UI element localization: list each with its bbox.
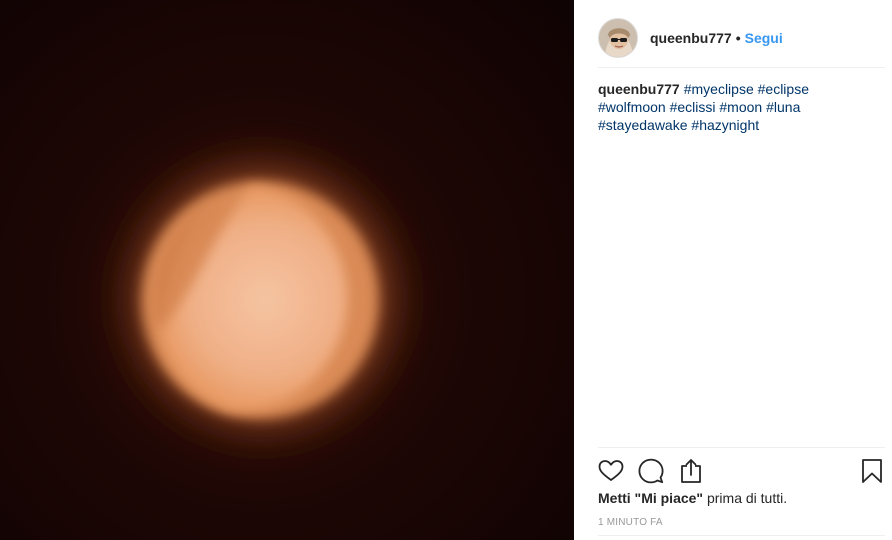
separator-dot: • <box>735 29 741 46</box>
share-button[interactable] <box>678 458 704 484</box>
bookmark-icon <box>862 459 882 483</box>
eclipsed-moon-image <box>0 0 574 540</box>
profile-photo-icon <box>599 18 637 57</box>
hashtag-link[interactable]: #myeclipse <box>684 81 754 97</box>
post-photo[interactable] <box>0 0 574 540</box>
likes-rest-text: prima di tutti. <box>703 490 788 506</box>
hashtag-link[interactable]: #stayedawake <box>598 117 688 133</box>
post-header: queenbu777 • Segui <box>598 8 885 68</box>
post-caption: queenbu777 #myeclipse #eclipse #wolfmoon … <box>598 80 848 134</box>
header-user-line: queenbu777 • Segui <box>650 30 783 46</box>
username-link[interactable]: queenbu777 <box>650 30 732 46</box>
hashtag-link[interactable]: #luna <box>766 99 800 115</box>
comment-button[interactable] <box>638 458 664 484</box>
avatar[interactable] <box>598 17 638 58</box>
like-button[interactable] <box>598 458 624 484</box>
hashtag-link[interactable]: #eclissi <box>670 99 716 115</box>
save-button[interactable] <box>859 458 885 484</box>
action-bar <box>598 447 885 493</box>
share-icon <box>681 459 701 483</box>
caption-username-link[interactable]: queenbu777 <box>598 81 680 97</box>
hashtag-link[interactable]: #moon <box>719 99 762 115</box>
hashtag-link[interactable]: #hazynight <box>691 117 759 133</box>
likes-text: Metti "Mi piace" prima di tutti. <box>598 490 787 506</box>
comment-icon <box>638 458 664 484</box>
heart-icon <box>598 460 624 481</box>
like-prompt-link[interactable]: Metti "Mi piace" <box>598 490 703 506</box>
hashtag-link[interactable]: #eclipse <box>758 81 809 97</box>
post-timestamp[interactable]: 1 minuto fa <box>598 517 663 528</box>
divider <box>598 535 885 536</box>
hashtag-link[interactable]: #wolfmoon <box>598 99 666 115</box>
post-sidebar: queenbu777 • Segui queenbu777 #myeclipse … <box>574 0 892 540</box>
follow-button[interactable]: Segui <box>745 30 783 46</box>
